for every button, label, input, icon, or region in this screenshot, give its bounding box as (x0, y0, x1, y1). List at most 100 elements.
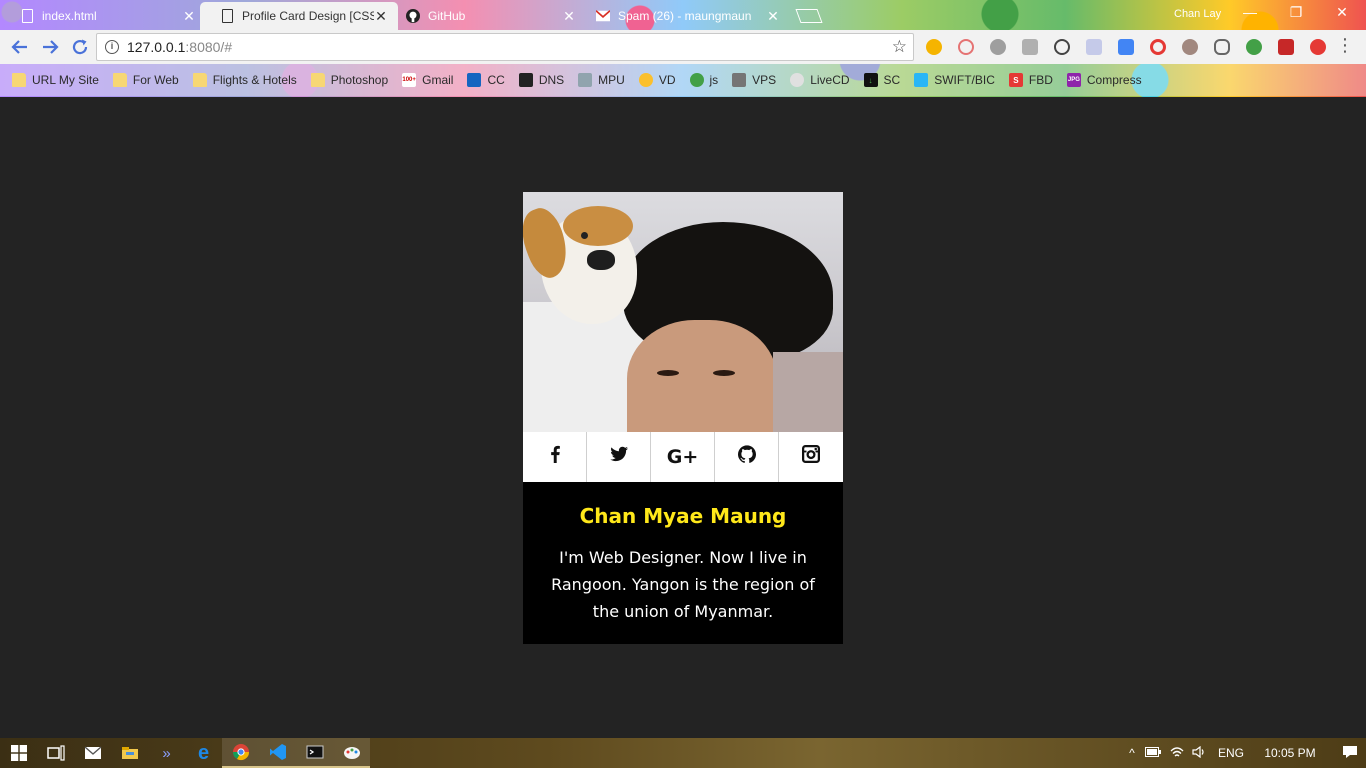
social-links: G+ (523, 432, 843, 482)
taskbar: » e ^ ENG 10:05 PM (0, 738, 1366, 768)
document-icon (220, 9, 234, 23)
bookmark-label: For Web (132, 73, 179, 87)
bookmark-gmail[interactable]: 100+ Gmail (402, 73, 453, 87)
bookmark-swift-bic[interactable]: SWIFT/BIC (914, 73, 995, 87)
flash-extension-icon[interactable] (1310, 39, 1326, 55)
folder-icon (12, 73, 26, 87)
vscode-icon[interactable] (259, 738, 296, 768)
tab-profile-card[interactable]: Profile Card Design [CSS] ✕ (200, 2, 398, 30)
monkey-extension-icon[interactable] (1182, 39, 1198, 55)
wifi-icon[interactable] (1166, 746, 1188, 761)
tab-title: Spam (26) - maungmaun (618, 9, 752, 23)
github-icon (737, 445, 756, 469)
bookmark-url-my-site[interactable]: URL My Site (12, 73, 99, 87)
twitter-button[interactable] (587, 432, 651, 482)
bookmark-compress[interactable]: JPG Compress (1066, 73, 1142, 87)
speed-extension-icon[interactable] (1054, 39, 1070, 55)
task-view-icon[interactable] (37, 738, 74, 768)
mpu-icon (578, 73, 593, 87)
windows-start-icon[interactable] (0, 738, 37, 768)
close-window-icon[interactable]: ✕ (1332, 4, 1352, 21)
back-arrow-icon[interactable] (6, 33, 34, 61)
facebook-button[interactable] (523, 432, 587, 482)
tab-strip: index.html ✕ Profile Card Design [CSS] ✕… (0, 0, 1366, 30)
browser-chrome: index.html ✕ Profile Card Design [CSS] ✕… (0, 0, 1366, 97)
chevron-icon[interactable]: » (148, 738, 185, 768)
tab-index-html[interactable]: index.html ✕ (0, 2, 206, 30)
github-button[interactable] (715, 432, 779, 482)
globe-extension-icon[interactable] (1246, 39, 1262, 55)
chevron-up-icon[interactable]: ^ (1124, 746, 1140, 760)
bookmark-for-web[interactable]: For Web (112, 73, 179, 87)
edge-icon[interactable]: e (185, 738, 222, 768)
vd-icon (638, 73, 653, 87)
file-explorer-icon[interactable] (111, 738, 148, 768)
restore-icon[interactable]: ❐ (1286, 4, 1306, 21)
bookmark-vps[interactable]: VPS (732, 73, 776, 87)
bookmark-star-icon[interactable]: ☆ (892, 37, 907, 57)
instagram-button[interactable] (779, 432, 843, 482)
google-plus-button[interactable]: G+ (651, 432, 715, 482)
dns-icon (518, 73, 533, 87)
profile-photo (523, 192, 843, 432)
bookmark-js[interactable]: js (689, 73, 719, 87)
twitter-icon (609, 445, 628, 469)
clock[interactable]: 10:05 PM (1252, 746, 1328, 760)
google-plus-icon: G+ (666, 446, 699, 468)
address-bar[interactable]: i 127.0.0.1:8080/# ☆ (96, 33, 914, 61)
code-extension-icon[interactable] (1086, 39, 1102, 55)
instagram-icon (802, 445, 820, 469)
battery-icon[interactable] (1140, 746, 1166, 760)
profile-user-name[interactable]: Chan Lay (1174, 8, 1221, 20)
bookmark-label: LiveCD (810, 73, 850, 87)
bookmark-cc[interactable]: CC (467, 73, 505, 87)
tab-github[interactable]: GitHub ✕ (386, 2, 586, 30)
download-icon: ↓ (863, 73, 878, 87)
bee-extension-icon[interactable] (926, 39, 942, 55)
bookmark-photoshop[interactable]: Photoshop (310, 73, 388, 87)
browser-toolbar: i 127.0.0.1:8080/# ☆ ⋮ (0, 30, 1366, 64)
mouse-extension-icon[interactable] (1214, 39, 1230, 55)
card-body: Chan Myae Maung I'm Web Designer. Now I … (523, 482, 843, 644)
blocker-extension-icon[interactable] (958, 39, 974, 55)
bookmark-label: js (709, 73, 719, 87)
notifications-icon[interactable] (1328, 745, 1366, 762)
target-extension-icon[interactable] (1150, 39, 1166, 55)
chat-extension-icon[interactable] (990, 39, 1006, 55)
mail-icon[interactable] (74, 738, 111, 768)
bookmark-label: SC (883, 73, 901, 87)
command-prompt-icon[interactable] (296, 738, 333, 768)
forward-arrow-icon[interactable] (36, 33, 64, 61)
menu-icon[interactable]: ⋮ (1336, 35, 1354, 56)
bookmark-mpu[interactable]: MPU (578, 73, 625, 87)
close-icon[interactable]: ✕ (182, 9, 196, 23)
github-icon (406, 9, 420, 23)
screen-extension-icon[interactable] (1022, 39, 1038, 55)
paint-icon[interactable] (333, 738, 370, 768)
video-extension-icon[interactable] (1278, 39, 1294, 55)
tab-gmail-spam[interactable]: Spam (26) - maungmaun ✕ (576, 2, 790, 30)
close-icon[interactable]: ✕ (766, 9, 780, 23)
fbd-icon: S (1008, 73, 1023, 87)
bookmark-dns[interactable]: DNS (518, 73, 564, 87)
minimize-icon[interactable]: — (1240, 4, 1260, 20)
folder-icon (310, 73, 325, 87)
bookmark-livecd[interactable]: LiveCD (790, 73, 850, 87)
volume-icon[interactable] (1188, 745, 1210, 761)
reload-icon[interactable] (66, 33, 94, 61)
bookmark-label: VD (658, 73, 676, 87)
bookmark-sc[interactable]: ↓ SC (863, 73, 901, 87)
close-icon[interactable]: ✕ (562, 9, 576, 23)
translate-extension-icon[interactable] (1118, 39, 1134, 55)
new-tab-button[interactable] (790, 2, 830, 30)
folder-icon (112, 73, 127, 87)
language-indicator[interactable]: ENG (1210, 746, 1252, 760)
info-icon[interactable]: i (105, 40, 119, 54)
bookmark-vd[interactable]: VD (638, 73, 676, 87)
bookmark-fbd[interactable]: S FBD (1008, 73, 1053, 87)
bookmark-label: URL My Site (32, 73, 99, 87)
vps-icon (732, 73, 747, 87)
tab-title: GitHub (428, 9, 466, 23)
bookmark-flights-hotels[interactable]: Flights & Hotels (192, 73, 297, 87)
chrome-icon[interactable] (222, 738, 259, 768)
